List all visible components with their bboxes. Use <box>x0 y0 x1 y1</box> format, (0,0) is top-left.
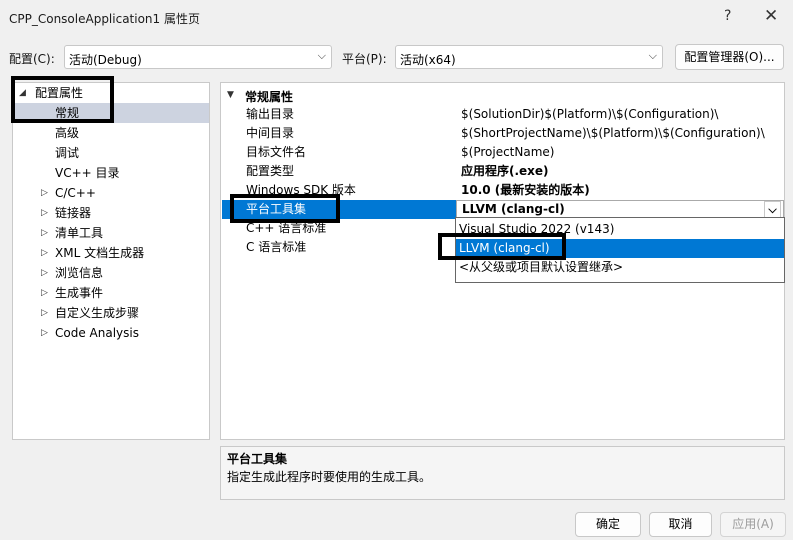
property-value[interactable]: $(SolutionDir)$(Platform)\$(Configuratio… <box>456 105 784 124</box>
tree-item-label: C/C++ <box>55 186 96 200</box>
tree-item-label: 浏览信息 <box>55 266 104 280</box>
tree-item-label: 自定义生成步骤 <box>55 306 140 320</box>
tree-item-custom-build-step[interactable]: ▷ 自定义生成步骤 <box>13 303 209 323</box>
tree-root-config-properties[interactable]: ◢ 配置属性 <box>13 83 209 103</box>
tree-item-advanced[interactable]: 高级 <box>13 123 209 143</box>
tree-item-label: 调试 <box>55 146 80 160</box>
chevron-down-icon: ⌵ <box>317 49 326 62</box>
tree-item-vc-directories[interactable]: VC++ 目录 <box>13 163 209 183</box>
platform-value: 活动(x64) <box>400 53 456 67</box>
tree-item-label: 生成事件 <box>55 286 104 300</box>
property-name: 平台工具集 <box>222 200 456 219</box>
tree-item-label: 高级 <box>55 126 80 140</box>
platform-label: 平台(P): <box>342 52 387 66</box>
property-value[interactable]: $(ShortProjectName)\$(Platform)\$(Config… <box>456 124 784 143</box>
property-value[interactable]: 应用程序(.exe) <box>456 162 784 181</box>
property-name: C 语言标准 <box>246 240 307 254</box>
collapsed-triangle-icon: ▷ <box>41 228 48 238</box>
description-text: 指定生成此程序时要使用的生成工具。 <box>227 470 432 484</box>
description-title: 平台工具集 <box>227 452 288 466</box>
title-bar: CPP_ConsoleApplication1 属性页 ? ✕ <box>0 0 793 34</box>
expanded-triangle-icon: ◢ <box>19 88 26 98</box>
description-panel: 平台工具集 指定生成此程序时要使用的生成工具。 <box>220 446 785 500</box>
collapsed-triangle-icon: ▷ <box>41 208 48 218</box>
property-name: 目标文件名 <box>246 145 307 159</box>
help-icon[interactable]: ? <box>724 8 731 24</box>
dropdown-option-selected[interactable]: LLVM (clang-cl) <box>456 239 784 258</box>
collapsed-triangle-icon: ▷ <box>41 308 48 318</box>
property-row[interactable]: 目标文件名 $(ProjectName) <box>221 143 784 162</box>
tree-item-build-events[interactable]: ▷ 生成事件 <box>13 283 209 303</box>
dropdown-option[interactable]: Visual Studio 2022 (v143) <box>456 220 784 239</box>
property-row[interactable]: 中间目录 $(ShortProjectName)\$(Platform)\$(C… <box>221 124 784 143</box>
close-icon[interactable]: ✕ <box>764 6 778 26</box>
chevron-down-icon: ⌵ <box>648 49 657 62</box>
category-label: 常规属性 <box>245 90 294 104</box>
property-row[interactable]: Windows SDK 版本 10.0 (最新安装的版本) <box>221 181 784 200</box>
cancel-button[interactable]: 取消 <box>649 512 712 537</box>
collapsed-triangle-icon: ▷ <box>41 268 48 278</box>
chevron-down-icon[interactable]: ⌵ <box>764 201 781 218</box>
tree-item-general[interactable]: 常规 <box>13 103 209 123</box>
platform-select[interactable]: 活动(x64) ⌵ <box>395 45 663 69</box>
property-name: C++ 语言标准 <box>246 221 327 235</box>
ok-button[interactable]: 确定 <box>575 512 641 537</box>
tree-item-label: 常规 <box>55 106 80 120</box>
collapsed-triangle-icon: ▷ <box>41 328 48 338</box>
property-value: LLVM (clang-cl) <box>462 202 565 216</box>
property-tree: ◢ 配置属性 常规 高级 调试 VC++ 目录 ▷ C/C++ ▷ 链接器 ▷ … <box>12 82 210 440</box>
property-name: Windows SDK 版本 <box>246 183 356 197</box>
tree-item-c-cpp[interactable]: ▷ C/C++ <box>13 183 209 203</box>
category-general-properties[interactable]: ▼ 常规属性 <box>221 86 784 105</box>
tree-item-linker[interactable]: ▷ 链接器 <box>13 203 209 223</box>
property-row[interactable]: 输出目录 $(SolutionDir)$(Platform)\$(Configu… <box>221 105 784 124</box>
property-value[interactable]: 10.0 (最新安装的版本) <box>456 181 784 200</box>
tree-item-label: 链接器 <box>55 206 92 220</box>
tree-item-label: Code Analysis <box>55 326 139 340</box>
property-row[interactable]: 配置类型 应用程序(.exe) <box>221 162 784 181</box>
config-label: 配置(C): <box>9 52 55 66</box>
tree-root-label: 配置属性 <box>35 86 84 100</box>
tree-item-code-analysis[interactable]: ▷ Code Analysis <box>13 323 209 343</box>
property-name: 中间目录 <box>246 126 295 140</box>
expanded-chevron-icon: ▼ <box>227 90 234 100</box>
platform-toolset-dropdown-list: Visual Studio 2022 (v143) LLVM (clang-cl… <box>455 217 785 283</box>
tree-item-manifest-tool[interactable]: ▷ 清单工具 <box>13 223 209 243</box>
config-manager-button[interactable]: 配置管理器(O)... <box>675 44 784 70</box>
property-name: 配置类型 <box>246 164 295 178</box>
dropdown-option[interactable]: <从父级或项目默认设置继承> <box>456 258 784 277</box>
collapsed-triangle-icon: ▷ <box>41 248 48 258</box>
apply-button[interactable]: 应用(A) <box>720 512 786 537</box>
tree-item-label: 清单工具 <box>55 226 104 240</box>
window-title: CPP_ConsoleApplication1 属性页 <box>9 12 200 26</box>
tree-item-label: VC++ 目录 <box>55 166 120 180</box>
tree-item-label: XML 文档生成器 <box>55 246 145 260</box>
collapsed-triangle-icon: ▷ <box>41 188 48 198</box>
collapsed-triangle-icon: ▷ <box>41 288 48 298</box>
property-name: 输出目录 <box>246 107 295 121</box>
tree-item-browse-information[interactable]: ▷ 浏览信息 <box>13 263 209 283</box>
tree-item-xml-doc-generator[interactable]: ▷ XML 文档生成器 <box>13 243 209 263</box>
tree-item-debugging[interactable]: 调试 <box>13 143 209 163</box>
config-value: 活动(Debug) <box>69 53 142 67</box>
property-value[interactable]: $(ProjectName) <box>456 143 784 162</box>
config-select[interactable]: 活动(Debug) ⌵ <box>64 45 332 69</box>
